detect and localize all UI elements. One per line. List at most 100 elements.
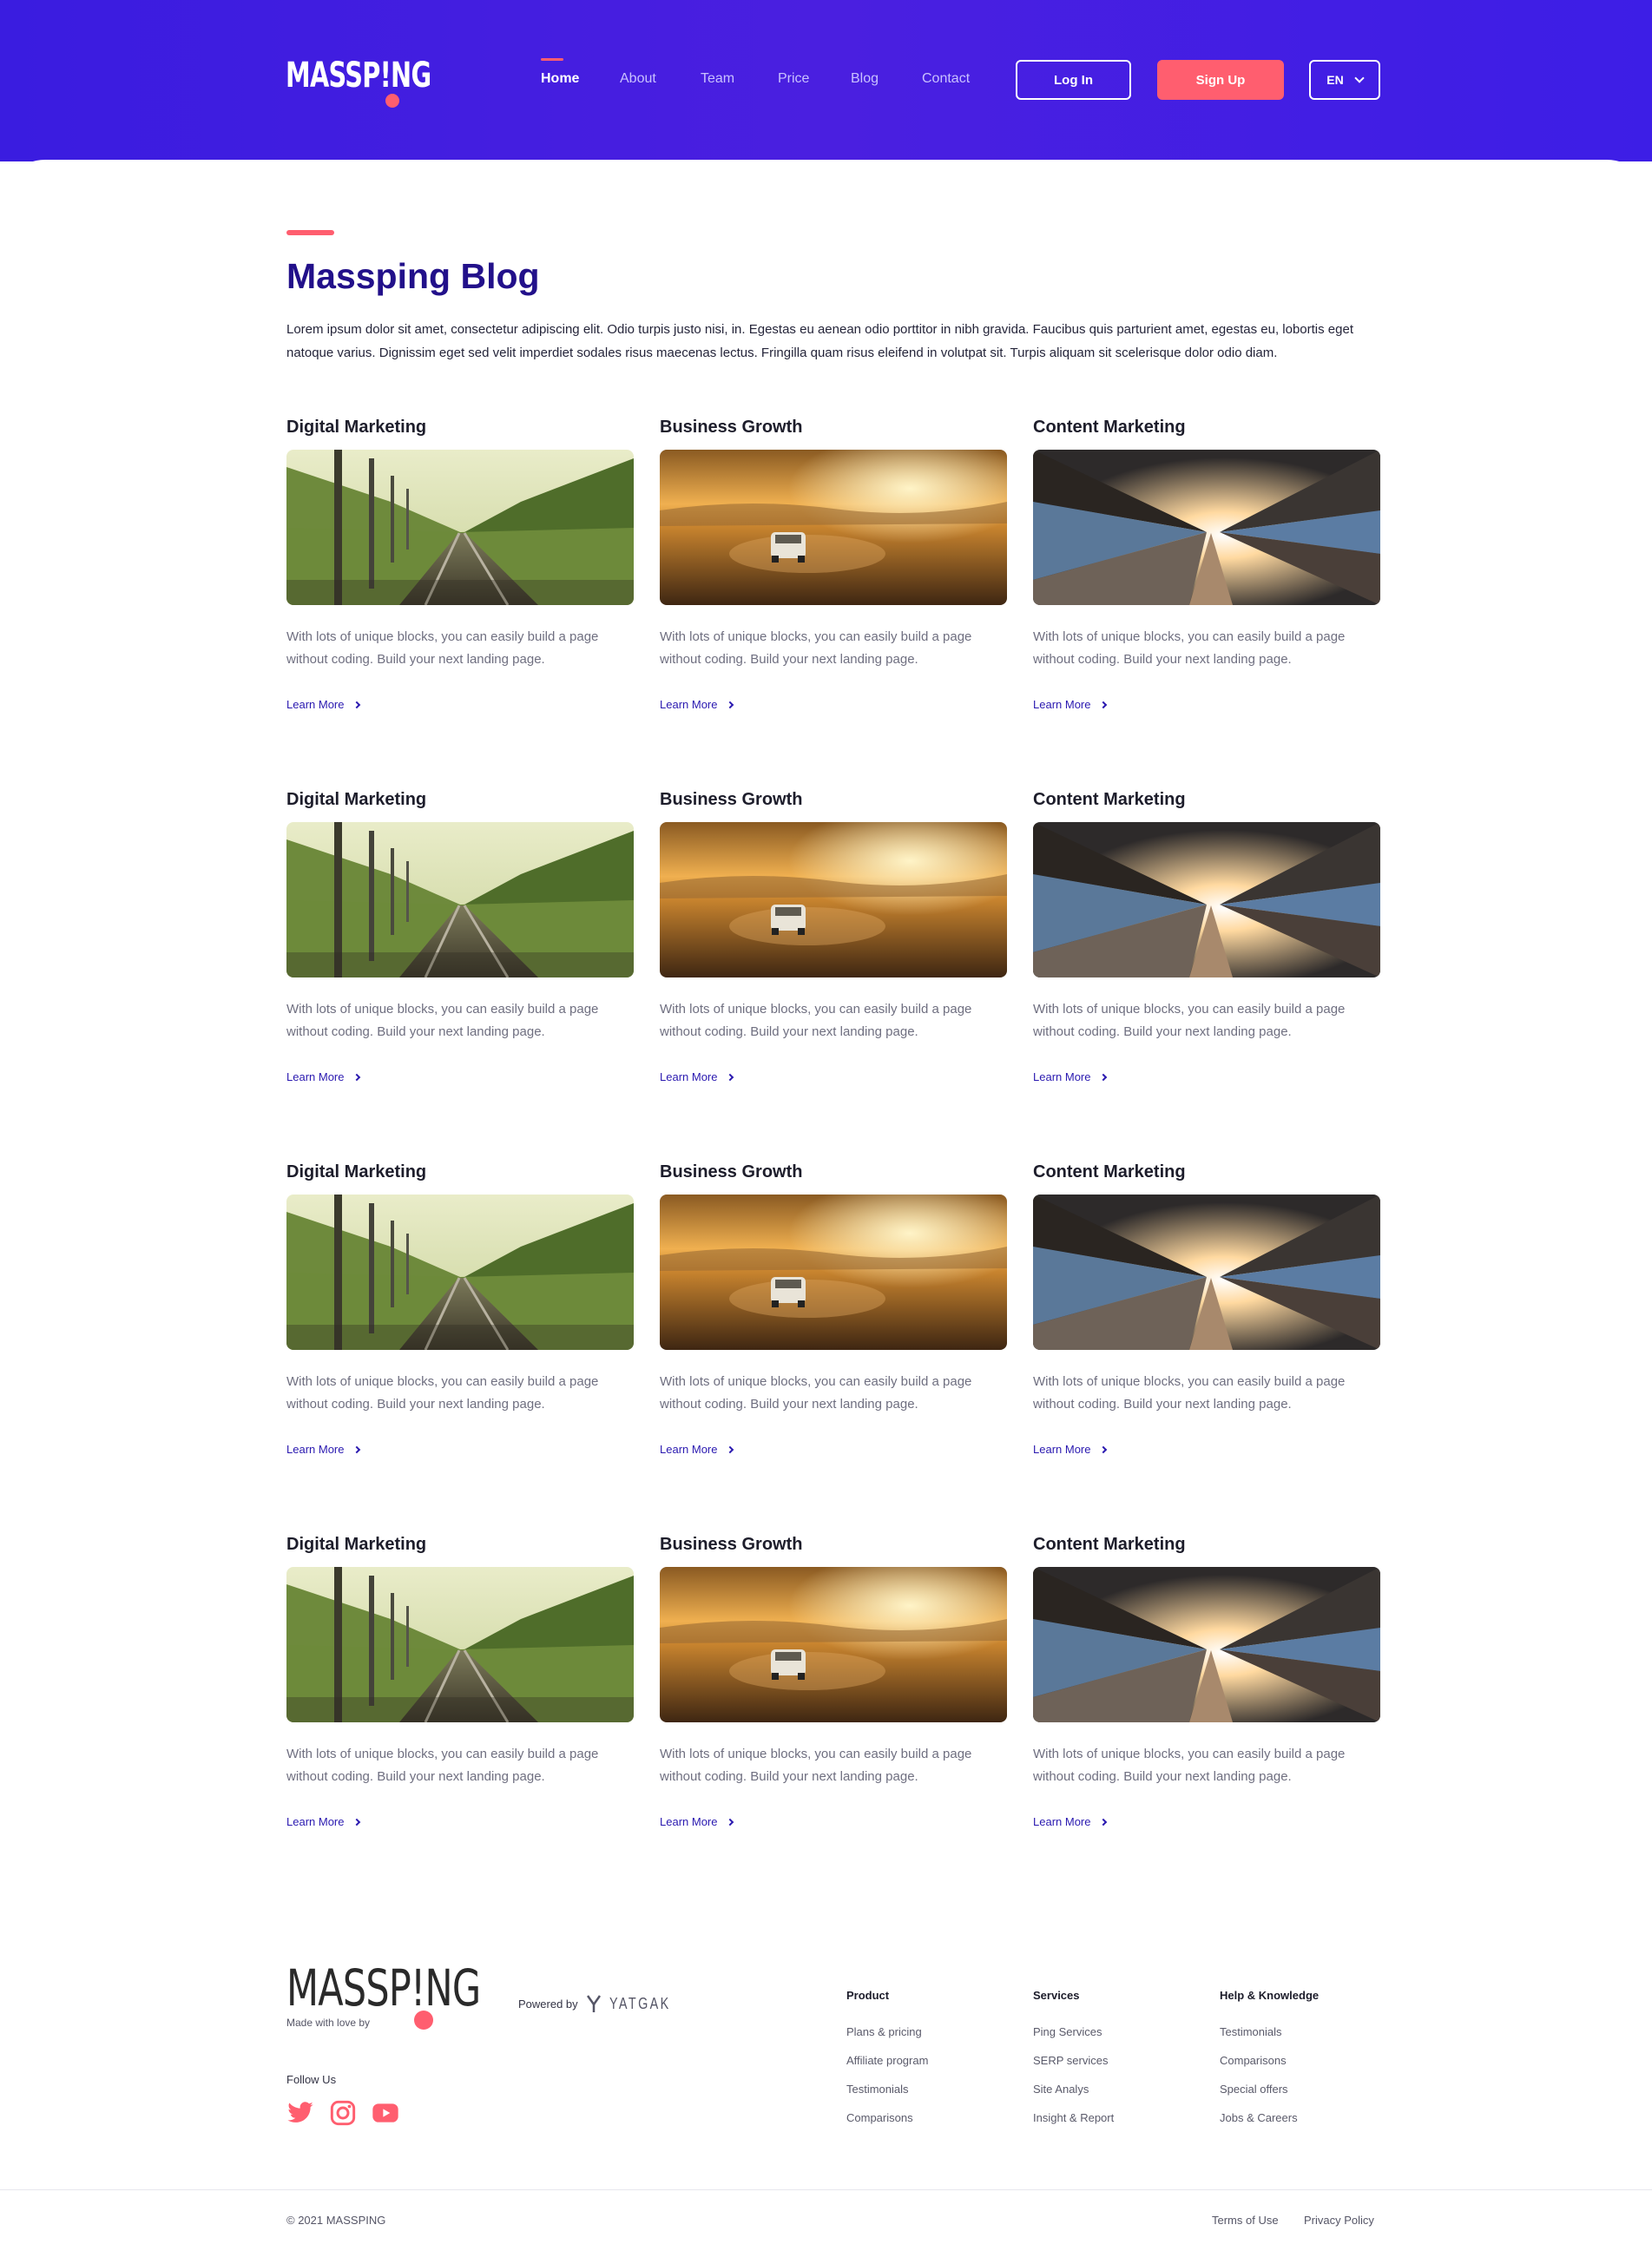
chevron-right-icon [1100, 1445, 1108, 1453]
card-image[interactable] [660, 450, 1007, 605]
learn-more-link[interactable]: Learn More [660, 1070, 734, 1083]
learn-more-link[interactable]: Learn More [286, 698, 361, 711]
copyright: © 2021 MASSPING [286, 2214, 386, 2227]
learn-more-link[interactable]: Learn More [1033, 1070, 1108, 1083]
learn-more-link[interactable]: Learn More [660, 1815, 734, 1828]
card-title[interactable]: Digital Marketing [286, 1162, 426, 1182]
nav-contact[interactable]: Contact [922, 71, 970, 87]
nav-blog[interactable]: Blog [851, 71, 879, 87]
card-title[interactable]: Digital Marketing [286, 418, 426, 438]
signup-button[interactable]: Sign Up [1157, 60, 1284, 100]
learn-more-link[interactable]: Learn More [286, 1815, 361, 1828]
card-image[interactable] [1033, 1195, 1380, 1350]
youtube-icon[interactable] [370, 2099, 401, 2127]
card-description: With lots of unique blocks, you can easi… [286, 629, 599, 667]
card-title[interactable]: Business Growth [660, 790, 802, 810]
learn-more-link[interactable]: Learn More [1033, 1815, 1108, 1828]
footer-link-insight-report[interactable]: Insight & Report [1033, 2111, 1114, 2124]
title-accent-bar [286, 230, 334, 235]
footer-link-site-analys[interactable]: Site Analys [1033, 2083, 1089, 2096]
learn-more-link[interactable]: Learn More [660, 1443, 734, 1456]
card-image[interactable] [660, 1567, 1007, 1722]
card-title[interactable]: Business Growth [660, 1535, 802, 1555]
blog-card: Business Growth With lots of unique bloc… [660, 1162, 1007, 1475]
nav-team[interactable]: Team [701, 71, 734, 87]
language-select[interactable]: EN [1309, 60, 1380, 100]
footer-link-testimonials[interactable]: Testimonials [846, 2083, 909, 2096]
card-title[interactable]: Content Marketing [1033, 1535, 1186, 1555]
blog-card: Digital Marketing With lots of unique bl… [286, 790, 634, 1102]
card-image[interactable] [660, 1195, 1007, 1350]
powered-by-label: Powered by [518, 1997, 578, 2011]
blog-card: Digital Marketing With lots of unique bl… [286, 1162, 634, 1475]
footer-heading-services: Services [1033, 1989, 1080, 2002]
blog-card: Business Growth With lots of unique bloc… [660, 1535, 1007, 1847]
railway-track-photo [286, 822, 634, 977]
card-description: With lots of unique blocks, you can easi… [286, 1374, 599, 1412]
card-description: With lots of unique blocks, you can easi… [286, 1747, 599, 1784]
learn-more-label: Learn More [1033, 698, 1091, 711]
card-image[interactable] [286, 1567, 634, 1722]
chevron-right-icon [353, 1073, 361, 1081]
blog-card: Digital Marketing With lots of unique bl… [286, 1535, 634, 1847]
terms-link[interactable]: Terms of Use [1212, 2214, 1279, 2227]
card-description: With lots of unique blocks, you can easi… [286, 1002, 599, 1039]
chevron-right-icon [353, 1818, 361, 1826]
railway-track-photo [286, 450, 634, 605]
card-title[interactable]: Digital Marketing [286, 790, 426, 810]
card-image[interactable] [1033, 1567, 1380, 1722]
card-image[interactable] [286, 1195, 634, 1350]
learn-more-label: Learn More [286, 1815, 345, 1828]
blog-card: Digital Marketing With lots of unique bl… [286, 418, 634, 730]
instagram-icon[interactable] [327, 2099, 359, 2127]
blog-card: Business Growth With lots of unique bloc… [660, 418, 1007, 730]
learn-more-link[interactable]: Learn More [1033, 698, 1108, 711]
footer-link-special-offers[interactable]: Special offers [1220, 2083, 1288, 2096]
card-image[interactable] [286, 822, 634, 977]
footer-link-affiliate-program[interactable]: Affiliate program [846, 2054, 928, 2067]
footer-link-serp-services[interactable]: SERP services [1033, 2054, 1108, 2067]
card-title[interactable]: Digital Marketing [286, 1535, 426, 1555]
nav-home[interactable]: Home [541, 71, 579, 87]
privacy-link[interactable]: Privacy Policy [1304, 2214, 1374, 2227]
card-title[interactable]: Content Marketing [1033, 1162, 1186, 1182]
card-title[interactable]: Business Growth [660, 1162, 802, 1182]
learn-more-label: Learn More [286, 698, 345, 711]
card-title[interactable]: Business Growth [660, 418, 802, 438]
card-image[interactable] [1033, 822, 1380, 977]
card-image[interactable] [1033, 450, 1380, 605]
footer-link-testimonials-help[interactable]: Testimonials [1220, 2025, 1282, 2038]
site-logo[interactable]: MASSP!NG [286, 54, 442, 109]
card-title[interactable]: Content Marketing [1033, 790, 1186, 810]
learn-more-label: Learn More [1033, 1443, 1091, 1456]
login-button[interactable]: Log In [1016, 60, 1131, 100]
card-title[interactable]: Content Marketing [1033, 418, 1186, 438]
learn-more-link[interactable]: Learn More [1033, 1443, 1108, 1456]
footer-link-ping-services[interactable]: Ping Services [1033, 2025, 1102, 2038]
nav-about[interactable]: About [620, 71, 656, 87]
logo-wordmark: MASSP!NG [286, 56, 431, 95]
station-platform-sunset-photo [1033, 822, 1380, 977]
card-image[interactable] [286, 450, 634, 605]
learn-more-label: Learn More [286, 1070, 345, 1083]
nav-price[interactable]: Price [778, 71, 809, 87]
card-description: With lots of unique blocks, you can easi… [1033, 629, 1346, 667]
learn-more-link[interactable]: Learn More [286, 1443, 361, 1456]
card-image[interactable] [660, 822, 1007, 977]
language-value: EN [1326, 73, 1344, 87]
chevron-right-icon [727, 1445, 734, 1453]
chevron-right-icon [727, 701, 734, 708]
footer-link-comparisons-help[interactable]: Comparisons [1220, 2054, 1287, 2067]
powered-by-brand[interactable]: YATGAK [609, 1995, 671, 2013]
learn-more-link[interactable]: Learn More [286, 1070, 361, 1083]
railway-track-photo [286, 1567, 634, 1722]
footer-link-plans-pricing[interactable]: Plans & pricing [846, 2025, 922, 2038]
footer-link-comparisons[interactable]: Comparisons [846, 2111, 913, 2124]
blog-card: Content Marketing With lots of unique bl… [1033, 1535, 1380, 1847]
chevron-right-icon [1100, 1818, 1108, 1826]
card-description: With lots of unique blocks, you can easi… [1033, 1747, 1346, 1784]
twitter-icon[interactable] [285, 2099, 316, 2127]
card-description: With lots of unique blocks, you can easi… [660, 1747, 972, 1784]
learn-more-link[interactable]: Learn More [660, 698, 734, 711]
footer-link-jobs-careers[interactable]: Jobs & Careers [1220, 2111, 1298, 2124]
